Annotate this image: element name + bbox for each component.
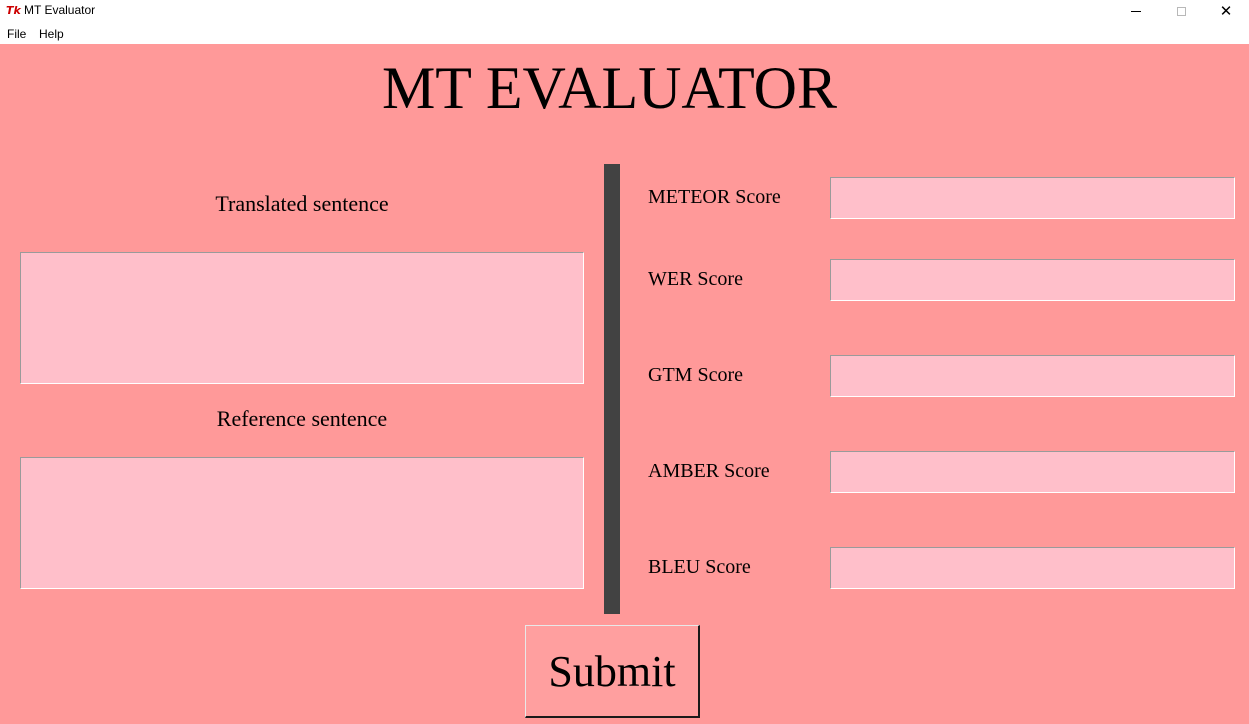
menu-bar: File Help [0,22,1249,44]
window-title: MT Evaluator [24,3,96,17]
gtm-score-label: GTM Score [648,364,743,386]
maximize-button[interactable] [1158,0,1204,22]
reference-sentence-label: Reference sentence [216,406,388,431]
wer-score-field[interactable] [830,259,1235,301]
app-window: Tk MT Evaluator ✕ File Help MT EVALUATOR… [0,0,1249,724]
vertical-divider [604,164,620,614]
bleu-score-field[interactable] [830,547,1235,589]
amber-score-label: AMBER Score [648,460,770,482]
bleu-score-label: BLEU Score [648,556,751,578]
maximize-icon [1176,6,1186,16]
translated-sentence-label: Translated sentence [215,191,389,216]
menu-help[interactable]: Help [39,27,64,41]
wer-score-label: WER Score [648,268,743,290]
minimize-button[interactable] [1113,0,1159,22]
reference-sentence-input[interactable] [20,457,584,589]
translated-sentence-input[interactable] [20,252,584,384]
submit-button[interactable]: Submit [525,625,700,718]
page-title: MT EVALUATOR [381,55,838,121]
title-bar: Tk MT Evaluator ✕ [0,0,1249,22]
tk-feather-icon: Tk [6,4,21,17]
meteor-score-label: METEOR Score [648,186,781,208]
close-button[interactable]: ✕ [1203,0,1249,22]
gtm-score-field[interactable] [830,355,1235,397]
menu-file[interactable]: File [7,27,26,41]
minimize-icon [1131,10,1141,12]
meteor-score-field[interactable] [830,177,1235,219]
amber-score-field[interactable] [830,451,1235,493]
close-icon: ✕ [1219,1,1233,20]
